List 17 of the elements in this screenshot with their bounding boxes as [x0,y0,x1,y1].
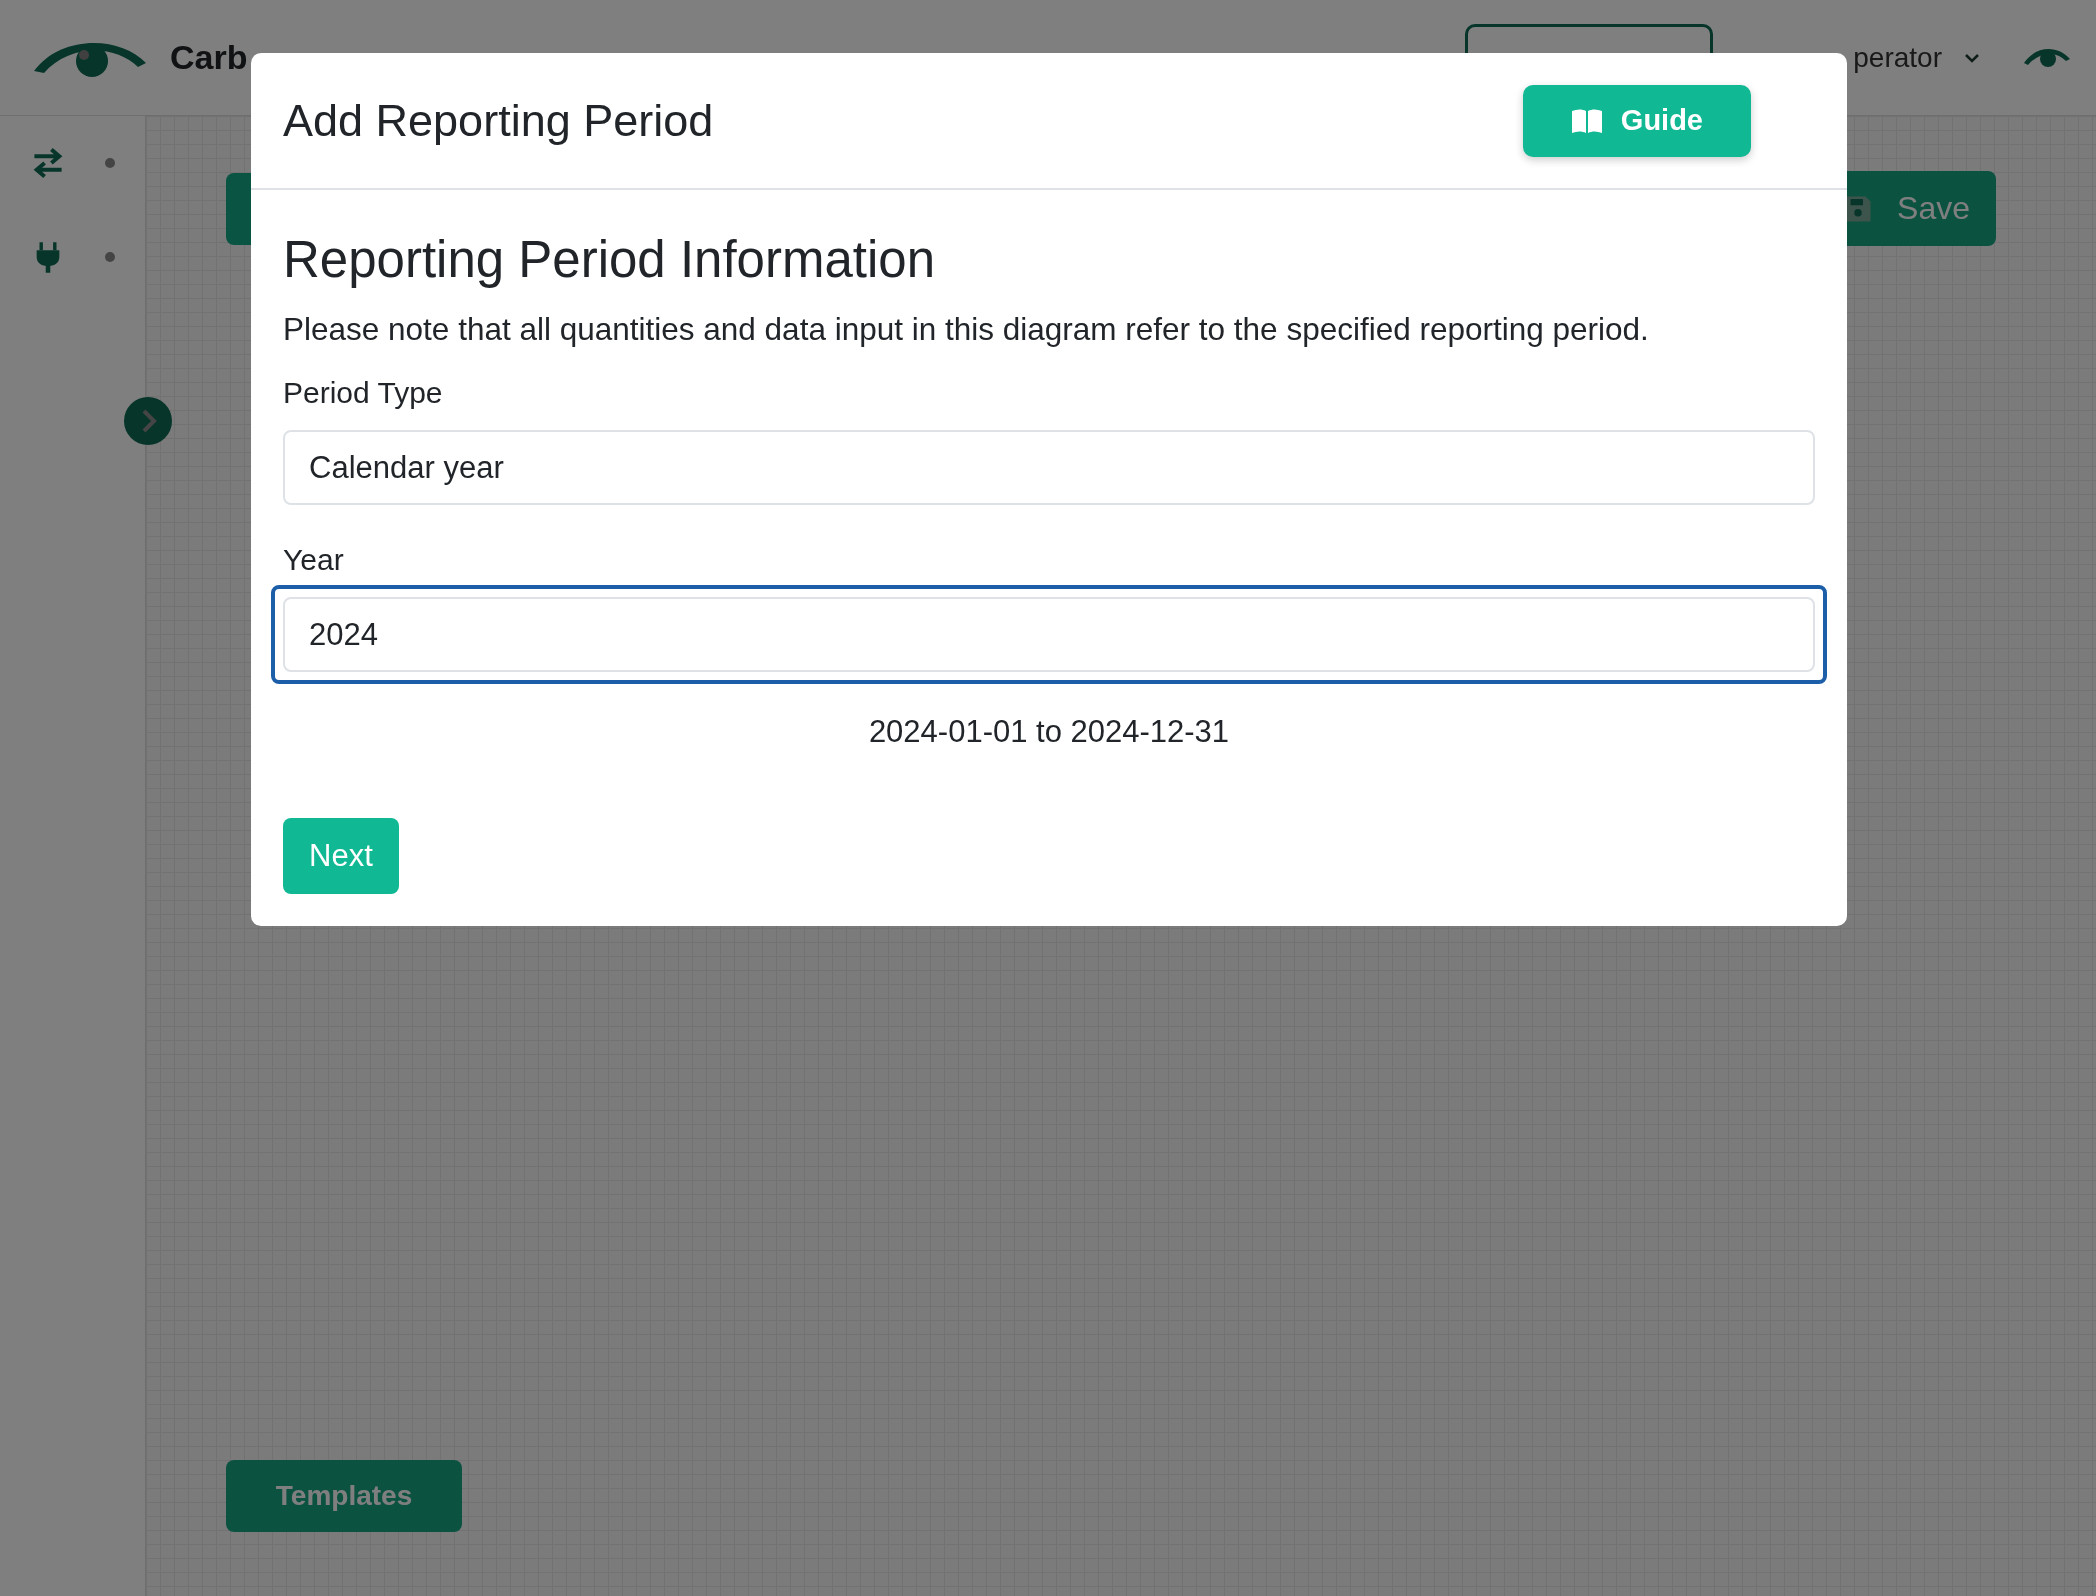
user-menu[interactable]: perator [1853,41,1942,74]
section-heading: Reporting Period Information [283,230,937,289]
field-label: Year [283,543,345,577]
status-dot [104,158,115,168]
status-dot [104,252,115,262]
date-range-text: 2024-01-01 to 2024-12-31 [868,714,1230,750]
open-book-icon [1570,107,1603,134]
input-field[interactable]: Calendar year [283,430,1815,505]
field-label: Period Type [283,376,444,410]
templates-button[interactable]: Templates [226,1460,462,1532]
input-field[interactable]: 2024 [283,597,1815,672]
dialog-title: Add Reporting Period [283,94,714,147]
brand-name: Carb [170,38,248,77]
guide-button[interactable]: Guide [1522,84,1751,157]
note-text: Please note that all quantities and data input in this diagram refer to the specified reporting period. [283,311,1650,348]
expand-chevron-button[interactable] [123,396,173,446]
next-button[interactable]: Next [283,818,399,894]
